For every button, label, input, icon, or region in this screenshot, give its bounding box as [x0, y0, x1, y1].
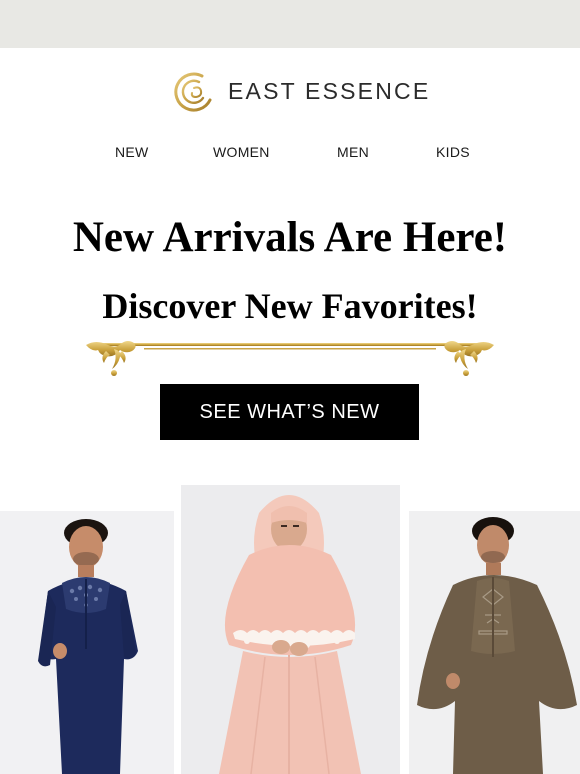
navy-embroidered-thobe-photo[interactable]: [0, 511, 174, 774]
top-banner: [0, 0, 580, 48]
nav-item-new[interactable]: NEW: [115, 144, 149, 160]
ornamental-divider-icon: [86, 341, 494, 376]
brand-name: EAST ESSENCE: [228, 77, 431, 104]
main-nav: NEW WOMEN MEN KIDS: [0, 144, 580, 164]
nav-item-kids[interactable]: KIDS: [436, 144, 470, 160]
brown-cape-thobe-photo[interactable]: [409, 511, 580, 774]
hero-headline: New Arrivals Are Here!: [72, 214, 508, 261]
brand-monogram-icon: [174, 72, 212, 112]
hero-subheadline: Discover New Favorites!: [102, 286, 478, 326]
brand-logo[interactable]: EAST ESSENCE: [172, 70, 430, 112]
nav-item-men[interactable]: MEN: [337, 144, 369, 160]
pink-lace-abaya-photo[interactable]: [181, 485, 400, 774]
see-whats-new-button[interactable]: SEE WHAT’S NEW: [160, 384, 419, 440]
nav-item-women[interactable]: WOMEN: [213, 144, 270, 160]
